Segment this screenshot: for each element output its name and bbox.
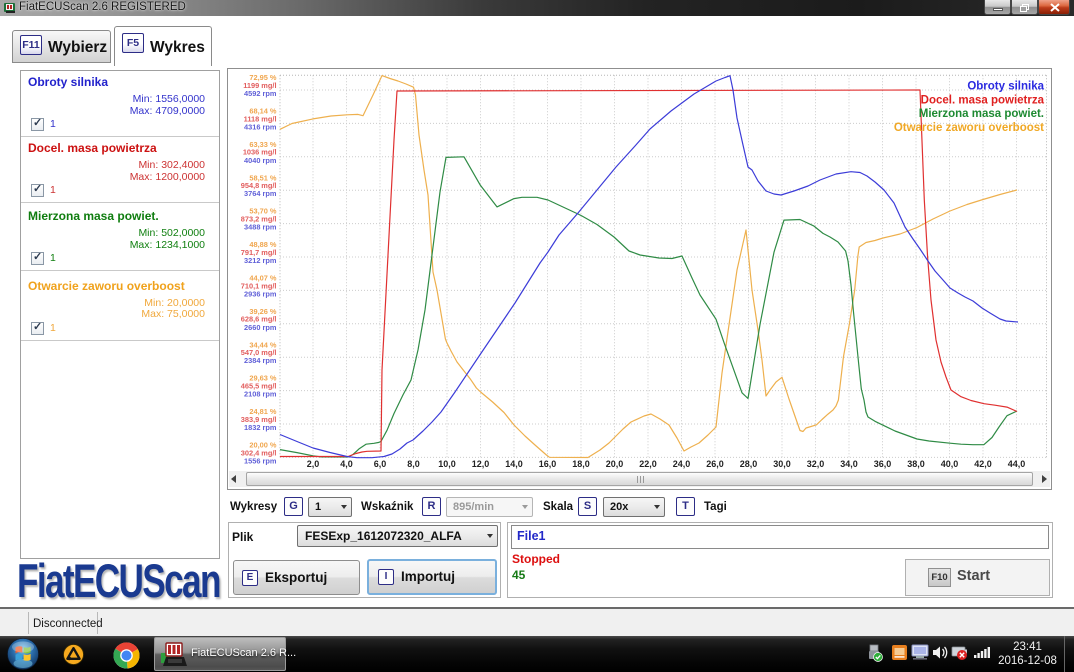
svg-text:1832 rpm: 1832 rpm xyxy=(244,423,277,432)
svg-text:2660 rpm: 2660 rpm xyxy=(244,323,277,332)
svg-text:4,0: 4,0 xyxy=(340,459,353,469)
svg-text:Docel. masa powietrza: Docel. masa powietrza xyxy=(921,94,1045,106)
svg-text:14,0: 14,0 xyxy=(505,459,523,469)
svg-text:6,0: 6,0 xyxy=(374,459,387,469)
svg-text:Obroty silnika: Obroty silnika xyxy=(967,81,1044,93)
svg-text:18,0: 18,0 xyxy=(572,459,590,469)
svg-text:32,0: 32,0 xyxy=(807,459,825,469)
svg-text:1556 rpm: 1556 rpm xyxy=(244,456,277,465)
svg-text:36,0: 36,0 xyxy=(874,459,892,469)
svg-text:2384 rpm: 2384 rpm xyxy=(244,356,277,365)
svg-text:44,0: 44,0 xyxy=(1008,459,1026,469)
svg-text:38,0: 38,0 xyxy=(907,459,925,469)
svg-text:Otwarcie zaworu overboost: Otwarcie zaworu overboost xyxy=(894,122,1044,134)
svg-text:26,0: 26,0 xyxy=(706,459,724,469)
svg-text:2108 rpm: 2108 rpm xyxy=(244,390,277,399)
svg-text:22,0: 22,0 xyxy=(639,459,657,469)
svg-text:16,0: 16,0 xyxy=(539,459,557,469)
svg-text:20,0: 20,0 xyxy=(606,459,624,469)
svg-text:4592 rpm: 4592 rpm xyxy=(244,89,277,98)
svg-text:28,0: 28,0 xyxy=(740,459,758,469)
svg-text:4040 rpm: 4040 rpm xyxy=(244,156,277,165)
svg-text:3764 rpm: 3764 rpm xyxy=(244,189,277,198)
svg-text:2,0: 2,0 xyxy=(307,459,320,469)
svg-text:10,0: 10,0 xyxy=(438,459,456,469)
svg-text:4316 rpm: 4316 rpm xyxy=(244,122,277,131)
svg-text:3488 rpm: 3488 rpm xyxy=(244,223,277,232)
svg-text:40,0: 40,0 xyxy=(941,459,959,469)
svg-text:12,0: 12,0 xyxy=(472,459,490,469)
svg-text:42,0: 42,0 xyxy=(974,459,992,469)
svg-text:2936 rpm: 2936 rpm xyxy=(244,289,277,298)
svg-text:Mierzona masa powiet.: Mierzona masa powiet. xyxy=(919,108,1044,120)
svg-text:30,0: 30,0 xyxy=(773,459,791,469)
svg-text:24,0: 24,0 xyxy=(673,459,691,469)
svg-text:8,0: 8,0 xyxy=(407,459,420,469)
svg-text:3212 rpm: 3212 rpm xyxy=(244,256,277,265)
svg-text:34,0: 34,0 xyxy=(840,459,858,469)
